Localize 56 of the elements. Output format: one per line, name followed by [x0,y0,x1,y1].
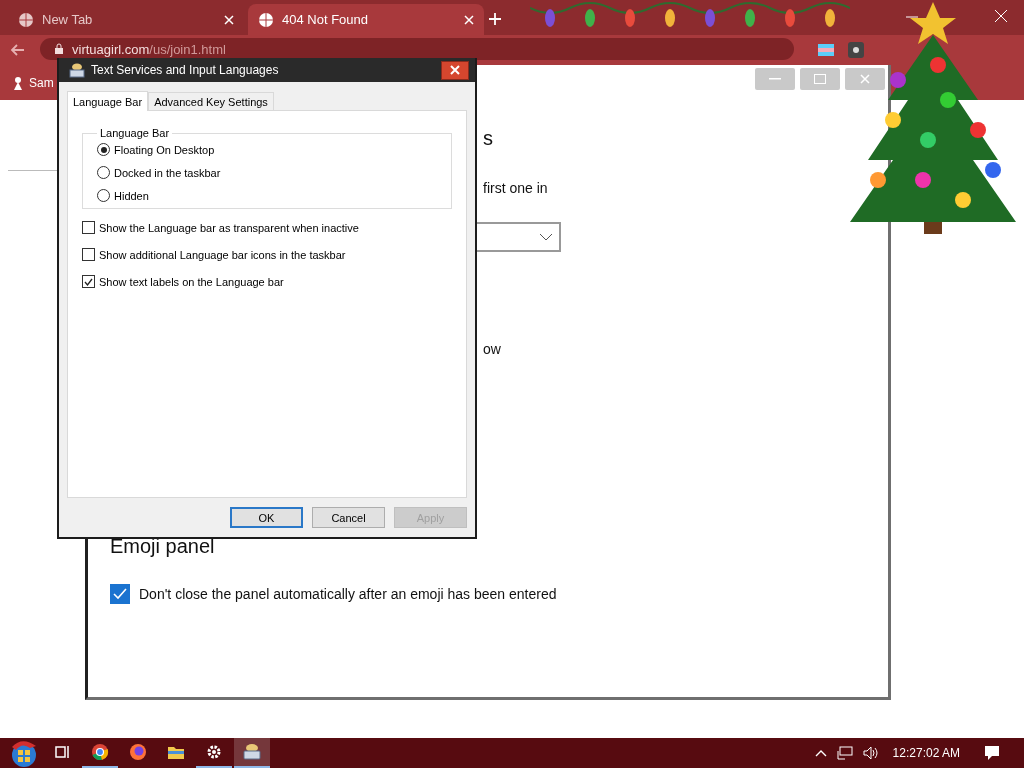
description-text: first one in [483,180,548,196]
close-icon[interactable] [224,14,234,25]
folder-icon[interactable] [167,744,185,760]
checkbox-label: Show additional Language bar icons in the taskbar [99,248,346,261]
extension-icon[interactable] [848,42,864,58]
globe-icon [258,11,274,28]
group-label: Language Bar [99,127,171,139]
checkbox-label: Don't close the panel automatically after an emoji has been entered [139,586,557,602]
address-field[interactable]: virtuagirl.com/us/join1.html [40,38,794,60]
section-heading: Emoji panel [110,535,216,558]
radio-button[interactable] [97,189,110,202]
new-tab-icon[interactable] [488,12,502,26]
dialog-tab[interactable]: Language Bar [67,91,149,111]
checkbox[interactable] [82,275,95,288]
bookmark-icon[interactable] [12,75,24,90]
close-icon[interactable] [994,9,1008,23]
dialog-button[interactable]: Cancel [312,507,385,528]
checkbox[interactable] [82,221,95,234]
checkbox-label: Show text labels on the Language bar [99,275,284,288]
lock-icon [54,43,64,55]
close-icon [450,65,460,75]
clock[interactable]: 12:27:02 AM [888,746,974,760]
chevron-down-icon [539,233,553,241]
keyboard-icon [69,62,85,78]
network-icon[interactable] [836,746,853,760]
browser-tab[interactable]: New Tab [8,4,244,35]
window-title: Text Services and Input Languages [91,63,280,77]
browser-tab[interactable]: 404 Not Found [248,4,484,35]
maximize-icon [814,74,826,84]
close-button[interactable] [441,60,469,80]
firefox-icon[interactable] [129,743,147,761]
dialog-button[interactable]: OK [230,507,303,528]
notification-icon[interactable] [984,745,1000,761]
radio-label: Docked in the taskbar [114,166,221,179]
checkbox[interactable] [82,248,95,261]
task-view-icon[interactable] [54,745,70,759]
keyboard-icon[interactable] [242,743,262,761]
radio-button[interactable] [97,143,110,156]
close-icon[interactable] [464,14,474,25]
radio-label: Floating On Desktop [114,143,215,156]
description-text: ow [483,341,501,357]
dialog-tab[interactable]: Advanced Key Settings [148,92,274,110]
bookmark-link[interactable]: Sam [29,75,54,90]
back-icon[interactable] [10,42,26,58]
chrome-icon[interactable] [91,743,109,761]
minimize-icon [769,78,781,80]
radio-label: Hidden [114,189,149,202]
volume-icon[interactable] [862,746,879,760]
checkbox[interactable] [110,584,130,604]
section-heading: s [483,127,493,150]
checkbox-label: Show the Language bar as transparent when inactive [99,221,359,234]
chevron-up-icon[interactable] [814,749,827,757]
radio-button[interactable] [97,166,110,179]
globe-icon [18,11,34,28]
close-icon [860,74,870,84]
settings-icon[interactable] [206,744,222,760]
